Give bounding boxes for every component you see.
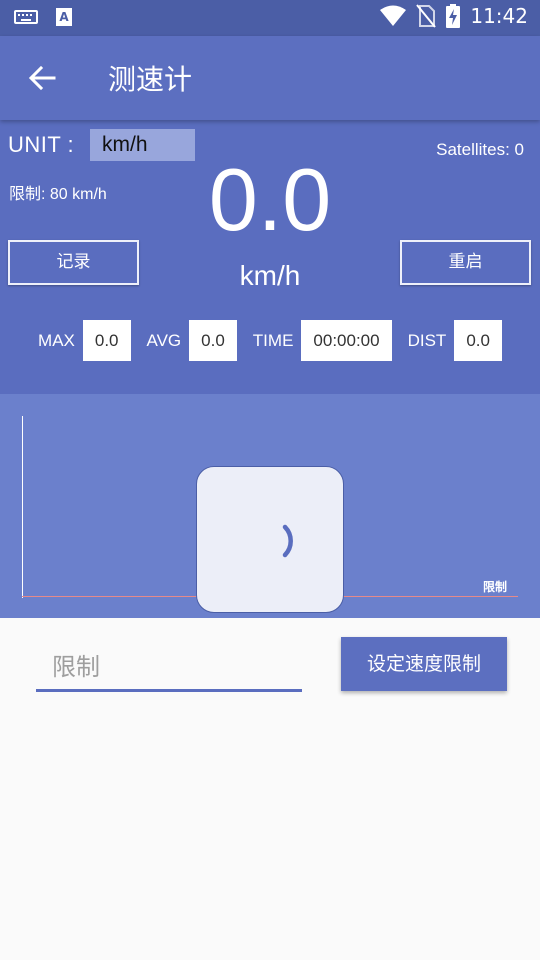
speed-chart: 限制	[0, 394, 540, 618]
status-left-icons: A	[14, 8, 72, 26]
text-input-icon: A	[56, 8, 72, 26]
status-bar: A 11:42	[0, 0, 540, 36]
max-label: MAX	[38, 330, 75, 350]
current-speed: 0.0	[208, 150, 332, 249]
no-sim-icon	[416, 4, 437, 28]
wifi-icon	[380, 5, 407, 26]
chart-y-axis	[22, 416, 23, 598]
dist-label: DIST	[407, 330, 447, 350]
loading-spinner-icon	[282, 524, 293, 558]
set-speed-limit-button[interactable]: 设定速度限制	[341, 637, 507, 691]
page-title: 测速计	[108, 63, 193, 96]
avg-value: 0.0	[189, 320, 237, 361]
speed-limit-input[interactable]	[36, 644, 302, 692]
battery-charging-icon	[446, 4, 461, 28]
max-value: 0.0	[82, 320, 131, 361]
dist-value: 0.0	[454, 320, 502, 361]
chart-limit-label: 限制	[482, 580, 507, 594]
record-button[interactable]: 记录	[8, 240, 139, 285]
keyboard-icon	[14, 10, 38, 24]
time-value: 00:00:00	[301, 320, 392, 361]
status-right-icons: 11:42	[380, 4, 528, 28]
speed-panel: UNIT : km/h Satellites: 0 限制: 80 km/h 0.…	[0, 120, 540, 394]
time-label: TIME	[252, 330, 294, 350]
status-time: 11:42	[470, 4, 528, 28]
stats-row: MAX 0.0 AVG 0.0 TIME 00:00:00 DIST 0.0	[0, 320, 540, 361]
app-bar: 测速计	[0, 36, 540, 120]
restart-button[interactable]: 重启	[400, 240, 531, 285]
loading-dialog	[196, 466, 344, 613]
back-arrow-icon[interactable]	[26, 62, 58, 94]
avg-label: AVG	[146, 330, 182, 350]
